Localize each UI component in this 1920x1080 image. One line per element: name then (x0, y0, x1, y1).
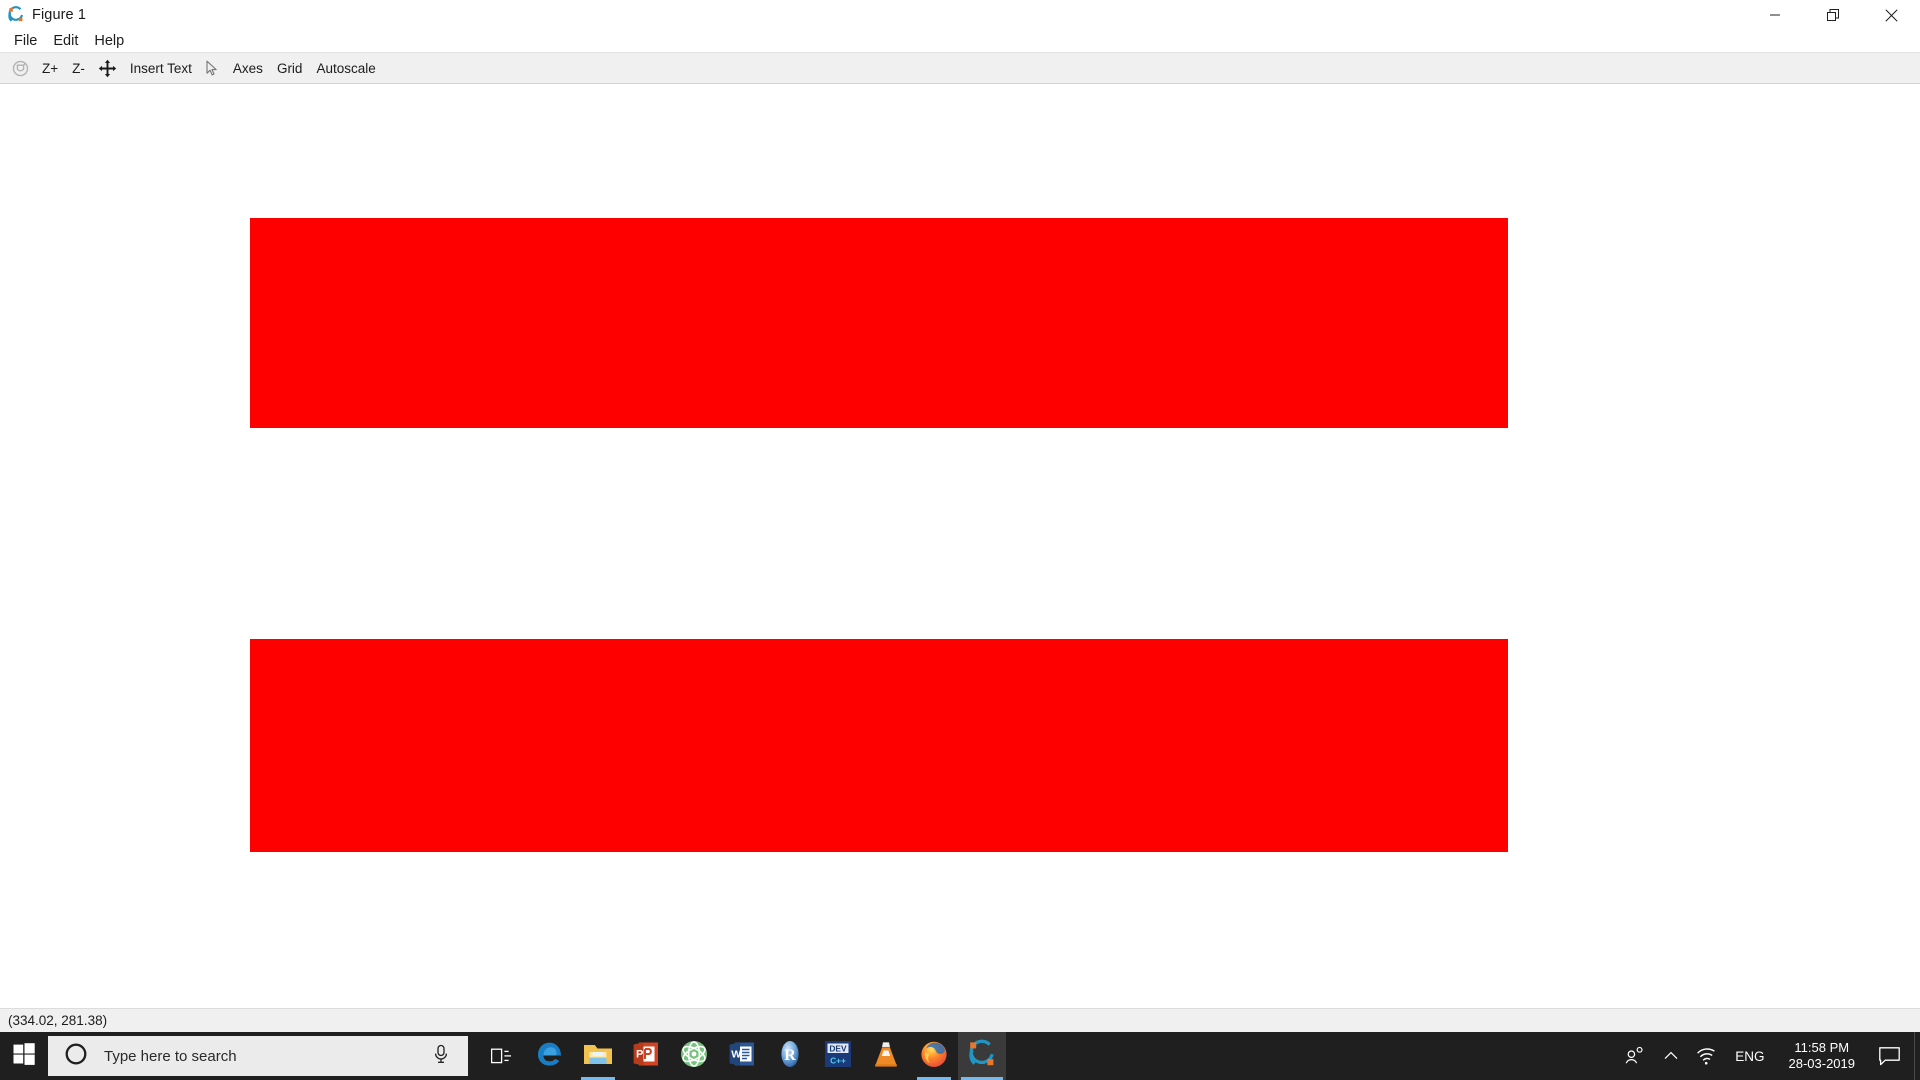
title-bar[interactable]: Figure 1 (0, 0, 1920, 30)
taskbar-atom[interactable] (670, 1032, 718, 1080)
scilab-icon (967, 1039, 997, 1074)
zoom-reset-icon (12, 60, 29, 77)
red-rectangle-top (250, 218, 1508, 428)
taskbar-app-list: P W R DEV C++ (526, 1032, 1006, 1080)
toolbar-zoom-out[interactable]: Z- (65, 56, 92, 81)
toolbar-insert-text[interactable]: Insert Text (123, 56, 199, 81)
vlc-icon (873, 1040, 899, 1073)
svg-text:R: R (784, 1047, 796, 1064)
search-input-placeholder[interactable]: Type here to search (104, 1048, 432, 1065)
status-bar: (334.02, 281.38) (0, 1008, 1920, 1032)
atom-icon (679, 1039, 709, 1074)
maximize-button[interactable] (1804, 0, 1862, 30)
figure-window: Figure 1 File Edit Help Z+ Z- Insert Tex… (0, 0, 1920, 1032)
file-explorer-icon (583, 1041, 613, 1072)
toolbar-axes[interactable]: Axes (226, 56, 270, 81)
svg-text:C++: C++ (830, 1055, 846, 1065)
minimize-button[interactable] (1746, 0, 1804, 30)
search-box[interactable]: Type here to search (48, 1036, 468, 1076)
toolbar-grid[interactable]: Grid (270, 56, 310, 81)
show-desktop-button[interactable] (1914, 1032, 1920, 1080)
svg-text:DEV: DEV (829, 1043, 847, 1053)
taskbar-empty-area (1006, 1032, 1615, 1080)
taskbar: Type here to search P W R DEV C++ ENG 11… (0, 1032, 1920, 1080)
figure-canvas[interactable] (0, 84, 1920, 1008)
status-coordinates: (334.02, 281.38) (8, 1013, 108, 1028)
people-icon[interactable] (1615, 1032, 1655, 1080)
taskbar-r[interactable]: R (766, 1032, 814, 1080)
firefox-icon (919, 1039, 949, 1074)
toolbar-select[interactable] (199, 56, 226, 81)
start-button[interactable] (0, 1032, 48, 1080)
chevron-up-icon[interactable] (1655, 1032, 1687, 1080)
toolbar-autoscale[interactable]: Autoscale (309, 56, 382, 81)
r-icon: R (775, 1039, 805, 1074)
window-controls (1746, 0, 1920, 30)
task-view-icon[interactable] (478, 1032, 526, 1080)
toolbar: Z+ Z- Insert Text Axes Grid Autoscale (0, 53, 1920, 84)
wifi-icon[interactable] (1687, 1032, 1725, 1080)
svg-text:W: W (731, 1048, 741, 1060)
language-indicator[interactable]: ENG (1725, 1032, 1774, 1080)
action-center-icon[interactable] (1869, 1032, 1914, 1080)
microphone-icon[interactable] (432, 1044, 450, 1069)
close-button[interactable] (1862, 0, 1920, 30)
svg-text:P: P (636, 1048, 643, 1060)
scilab-icon (7, 5, 25, 24)
windows-logo-icon (13, 1042, 35, 1070)
clock[interactable]: 11:58 PM 28-03-2019 (1775, 1032, 1870, 1080)
system-tray: ENG 11:58 PM 28-03-2019 (1615, 1032, 1920, 1080)
window-title: Figure 1 (32, 6, 86, 23)
word-icon: W (729, 1040, 756, 1073)
taskbar-edge[interactable] (526, 1032, 574, 1080)
taskbar-powerpoint[interactable]: P (622, 1032, 670, 1080)
pan-move-icon (98, 59, 117, 78)
screen: Figure 1 File Edit Help Z+ Z- Insert Tex… (0, 0, 1920, 1080)
select-arrow-icon (205, 60, 220, 77)
toolbar-zoom-in[interactable]: Z+ (35, 56, 65, 81)
edge-icon (535, 1039, 565, 1074)
taskbar-vlc[interactable] (862, 1032, 910, 1080)
taskbar-devcpp[interactable]: DEV C++ (814, 1032, 862, 1080)
powerpoint-icon: P (633, 1040, 660, 1073)
taskbar-word[interactable]: W (718, 1032, 766, 1080)
menu-item-edit[interactable]: Edit (45, 30, 86, 53)
taskbar-firefox[interactable] (910, 1032, 958, 1080)
menu-item-help[interactable]: Help (86, 30, 132, 53)
menu-bar: File Edit Help (0, 30, 1920, 53)
clock-time: 11:58 PM (1794, 1039, 1850, 1055)
taskbar-scilab[interactable] (958, 1032, 1006, 1080)
clock-date: 28-03-2019 (1788, 1056, 1856, 1071)
toolbar-pan[interactable] (92, 56, 123, 81)
toolbar-zoom-reset[interactable] (6, 56, 35, 81)
red-rectangle-bottom (250, 639, 1508, 852)
menu-item-file[interactable]: File (6, 30, 45, 53)
taskbar-file-explorer[interactable] (574, 1032, 622, 1080)
devcpp-icon: DEV C++ (824, 1040, 852, 1073)
cortana-ring-icon[interactable] (64, 1042, 88, 1071)
